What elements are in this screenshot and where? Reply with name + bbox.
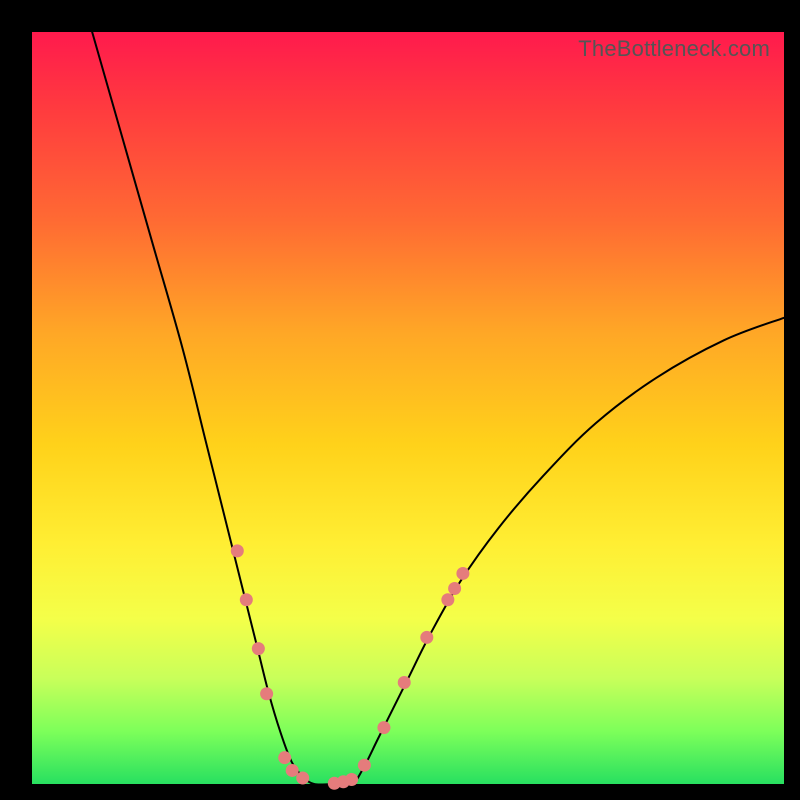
plot-area: TheBottleneck.com: [32, 32, 784, 784]
data-point: [420, 631, 433, 644]
data-point: [278, 751, 291, 764]
data-point: [286, 764, 299, 777]
data-point: [448, 582, 461, 595]
curve-group: [92, 32, 784, 785]
data-segment: [408, 645, 423, 675]
data-point: [231, 544, 244, 557]
data-point: [441, 593, 454, 606]
data-point: [456, 567, 469, 580]
data-point: [377, 721, 390, 734]
data-point: [296, 771, 309, 784]
data-point: [358, 759, 371, 772]
data-point: [398, 676, 411, 689]
data-point: [345, 773, 358, 786]
chart-frame: TheBottleneck.com: [0, 0, 800, 800]
chart-svg: [32, 32, 784, 784]
data-point: [252, 642, 265, 655]
data-point: [240, 593, 253, 606]
data-point: [260, 687, 273, 700]
bottleneck-curve: [92, 32, 784, 785]
data-segment: [431, 604, 446, 630]
marker-group: [231, 544, 470, 789]
